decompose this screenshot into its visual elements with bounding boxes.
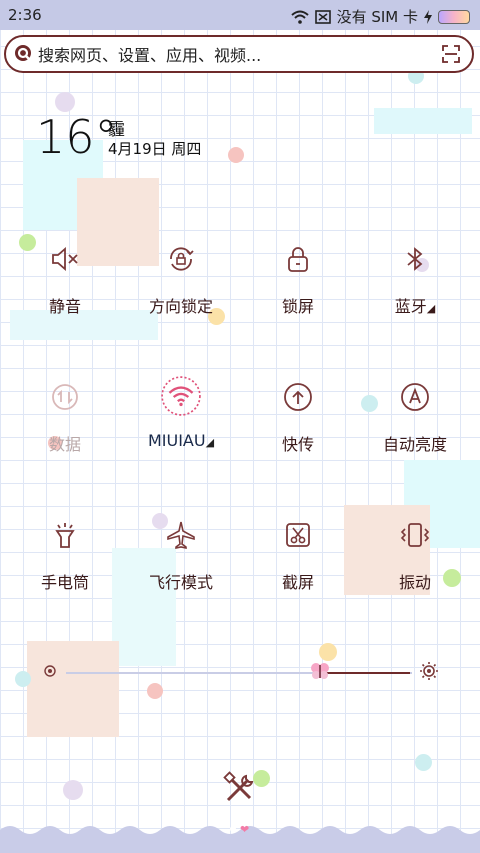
toggle-auto-brightness[interactable]: 自动亮度: [365, 381, 465, 461]
carrier-text: 没有 SIM 卡: [336, 8, 418, 26]
scan-icon[interactable]: [442, 45, 460, 63]
status-time: 2:36: [8, 6, 42, 24]
brightness-slider-fill: [322, 672, 410, 674]
expand-indicator-icon: ◢: [426, 302, 436, 315]
decor-dot: [147, 683, 163, 699]
toggle-label: 截屏: [281, 573, 314, 592]
battery-icon: [438, 9, 470, 24]
toggle-flashlight[interactable]: 手电筒: [15, 519, 115, 599]
screenshot-icon: [286, 523, 310, 547]
weather-date: 4月19日 周四: [108, 140, 202, 158]
search-placeholder: 搜索网页、设置、应用、视频...: [38, 46, 262, 65]
brightness-high-icon: [420, 662, 438, 680]
toggle-wifi[interactable]: MIUIAU◢: [131, 375, 231, 455]
decor-dot: [55, 92, 75, 112]
page-heart-icon: ❤: [240, 823, 250, 836]
toggle-label: 振动: [398, 573, 431, 592]
toggle-airplane-mode[interactable]: 飞行模式: [131, 519, 231, 599]
status-bar: 2:36 没有 SIM 卡: [0, 0, 480, 30]
decor-dot: [63, 780, 83, 800]
airplane-icon: [167, 521, 195, 549]
status-icons: 没有 SIM 卡: [290, 6, 470, 27]
brightness-low-icon: [44, 665, 56, 677]
decor-patch: [374, 108, 472, 134]
wifi-icon: [161, 376, 201, 416]
page-indicator: ❤: [230, 823, 249, 836]
rotation-lock-icon: [170, 247, 194, 271]
toggle-label: 快传: [281, 435, 314, 454]
toggle-label: 蓝牙◢: [394, 297, 436, 316]
charging-icon: [424, 9, 432, 24]
search-bar[interactable]: 搜索网页、设置、应用、视频...: [4, 35, 474, 73]
toggle-label: 飞行模式: [148, 573, 213, 592]
toggle-screenshot[interactable]: 截屏: [248, 519, 348, 599]
toggle-mobile-data[interactable]: 数据: [15, 381, 115, 461]
no-sim-icon: [314, 9, 331, 24]
share-icon: [284, 383, 312, 411]
toggle-rotation-lock[interactable]: 方向锁定: [131, 243, 231, 323]
toggle-label: 方向锁定: [148, 297, 213, 316]
brightness-thumb-butterfly-icon[interactable]: [310, 662, 330, 680]
weather-condition: 霾: [108, 120, 125, 140]
search-icon: [15, 45, 31, 61]
decor-patch: [27, 641, 119, 737]
data-icon: [52, 384, 78, 410]
decor-dot: [15, 671, 31, 687]
bluetooth-icon: [407, 247, 423, 271]
toggle-bluetooth[interactable]: 蓝牙◢: [365, 243, 465, 323]
flashlight-icon: [55, 523, 75, 548]
toggle-label: 自动亮度: [382, 435, 447, 454]
auto-brightness-icon: [401, 383, 429, 411]
toggle-label: 手电筒: [40, 573, 89, 592]
decor-dot: [228, 147, 244, 163]
decor-dot: [319, 643, 337, 661]
toggle-label: MIUIAU◢: [147, 431, 215, 450]
decor-dot: [415, 754, 432, 771]
toggle-lock-screen[interactable]: 锁屏: [248, 243, 348, 323]
toggle-vibrate[interactable]: 振动: [365, 519, 465, 599]
page-dot: [230, 826, 236, 832]
toggle-mute[interactable]: 静音: [15, 243, 115, 323]
mute-icon: [52, 247, 78, 271]
toggle-label: 锁屏: [281, 297, 314, 316]
wifi-signal-icon: [290, 10, 309, 24]
expand-indicator-icon: ◢: [205, 436, 215, 449]
toggle-quick-share[interactable]: 快传: [248, 381, 348, 461]
weather-temperature: 16°: [36, 110, 118, 164]
tools-settings-icon[interactable]: [222, 770, 258, 806]
lock-icon: [288, 247, 308, 272]
vibrate-icon: [400, 523, 430, 547]
toggle-label: 数据: [48, 435, 81, 454]
toggle-label: 静音: [48, 297, 81, 316]
